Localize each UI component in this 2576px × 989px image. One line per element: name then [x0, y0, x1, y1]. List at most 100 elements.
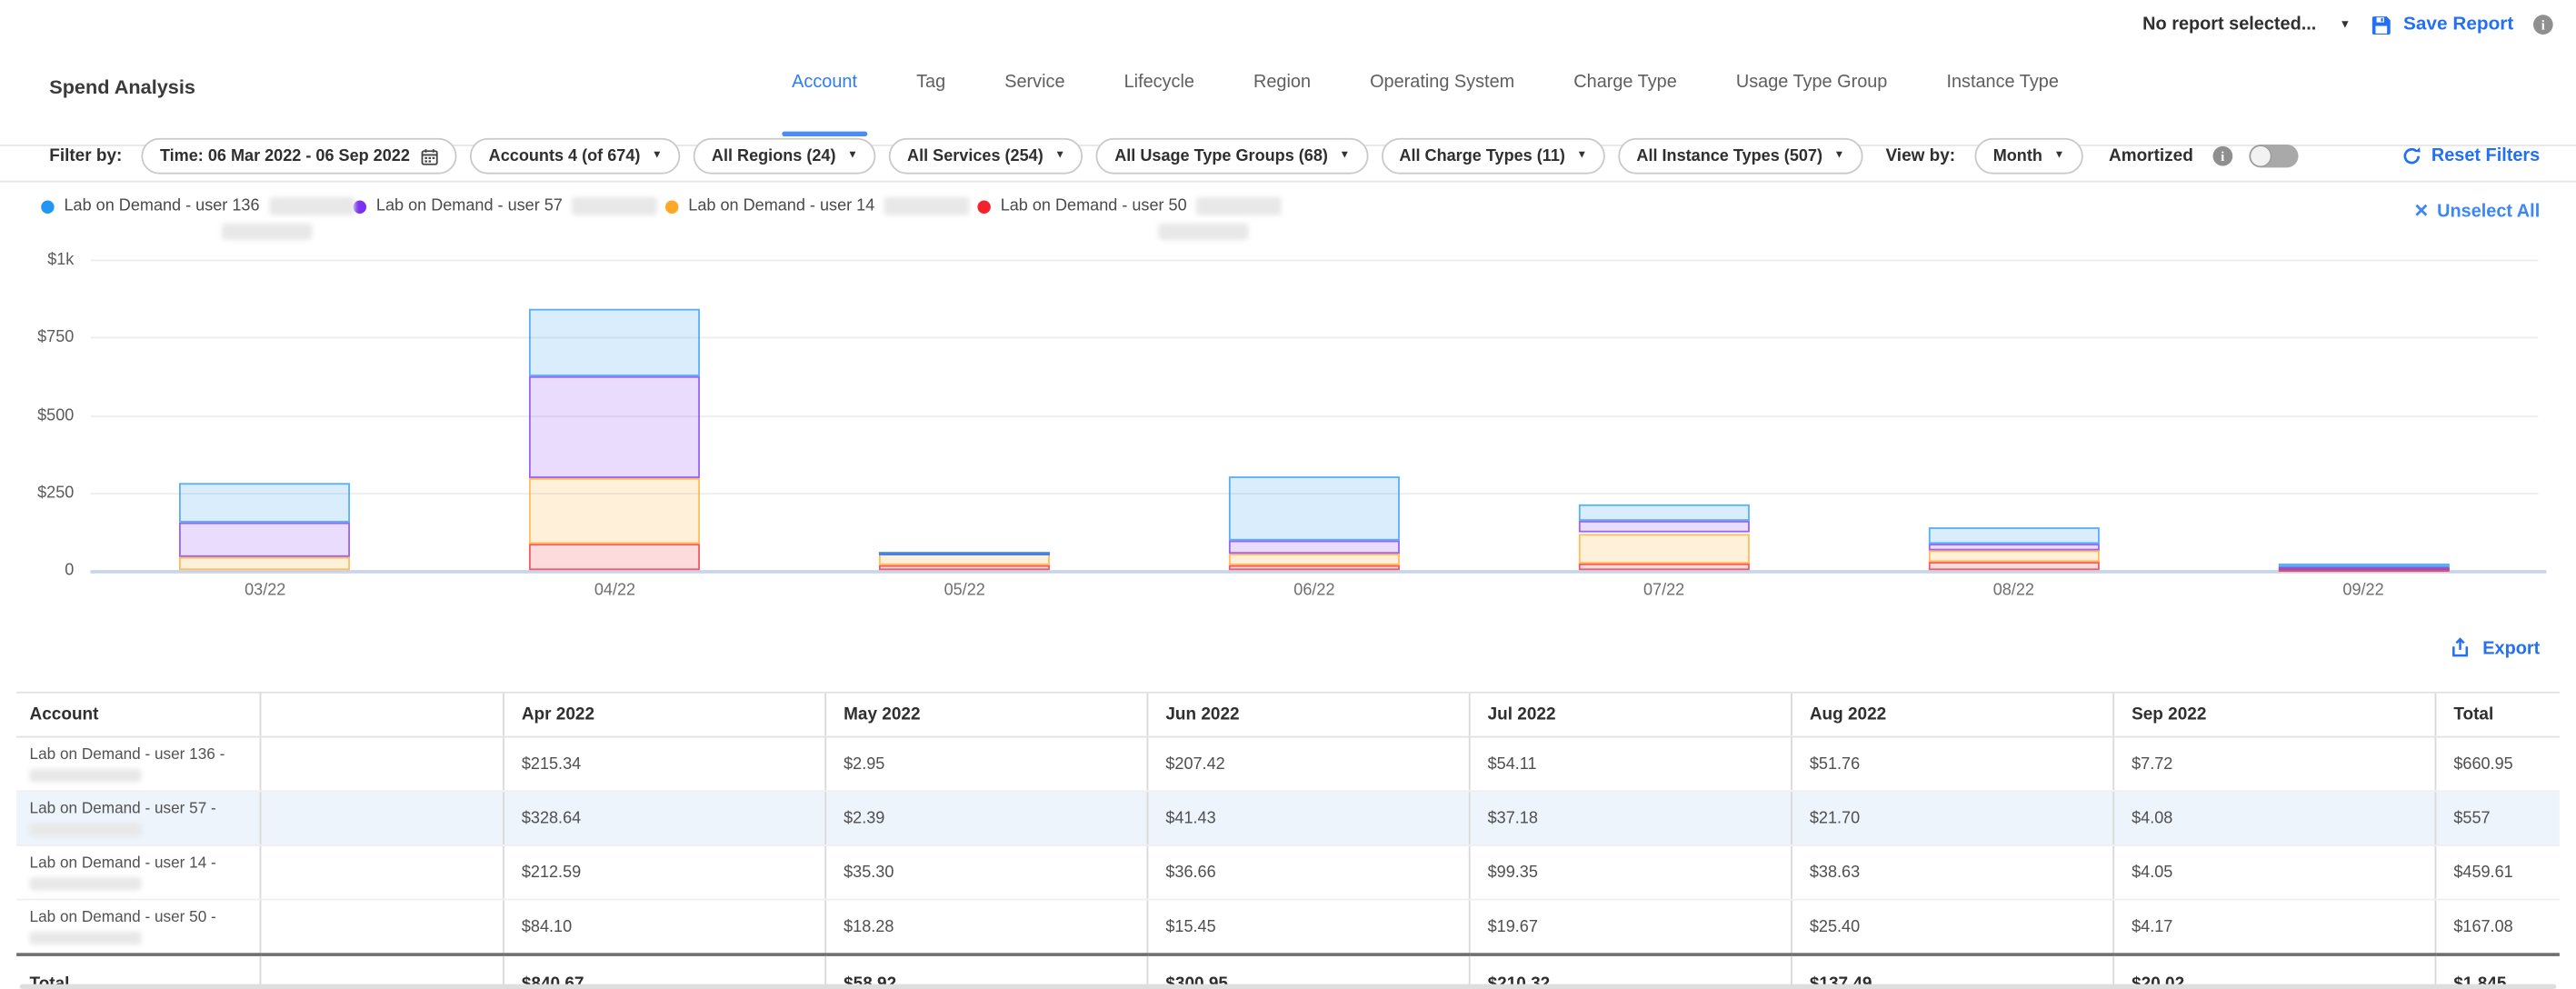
bar-segment[interactable] — [1579, 533, 1750, 564]
reset-icon — [2401, 146, 2421, 166]
filter-dropdown-charge[interactable]: All Charge Types (11)▼ — [1382, 138, 1606, 175]
spend-table-container: AccountApr 2022May 2022Jun 2022Jul 2022A… — [16, 692, 2560, 989]
bar-segment[interactable] — [1229, 554, 1400, 565]
redacted-text — [884, 197, 970, 215]
bar-segment[interactable] — [1229, 476, 1400, 541]
filter-dropdown-instance[interactable]: All Instance Types (507)▼ — [1619, 138, 1863, 175]
reset-filters-button[interactable]: Reset Filters — [2401, 146, 2540, 166]
x-axis-label: 03/22 — [216, 582, 315, 600]
bar-segment[interactable] — [1229, 541, 1400, 554]
table-row: Lab on Demand - user 14 -$212.59$35.30$3… — [16, 845, 2560, 900]
tab-lifecycle[interactable]: Lifecycle — [1124, 73, 1194, 138]
value-cell: $51.76 — [1791, 737, 2112, 792]
amortized-label: Amortized — [2109, 146, 2193, 166]
bar-segment[interactable] — [1928, 544, 2099, 550]
y-axis-tick-label: 0 — [0, 562, 74, 580]
bar-segment[interactable] — [529, 478, 700, 544]
bar-segment[interactable] — [1229, 565, 1400, 570]
x-axis-label: 08/22 — [1964, 582, 2062, 600]
view-by-dropdown[interactable]: Month ▼ — [1975, 138, 2082, 175]
tab-usage-type-group[interactable]: Usage Type Group — [1736, 73, 1888, 138]
export-button[interactable]: Export — [2450, 637, 2540, 658]
x-axis-label: 05/22 — [915, 582, 1013, 600]
filter-dropdown-regions[interactable]: All Regions (24)▼ — [694, 138, 876, 175]
bar-segment[interactable] — [180, 484, 351, 523]
info-icon[interactable]: i — [2212, 146, 2232, 166]
x-axis-label: 06/22 — [1265, 582, 1363, 600]
value-cell: $21.70 — [1791, 791, 2112, 845]
filter-dropdown-usage[interactable]: All Usage Type Groups (68)▼ — [1096, 138, 1368, 175]
bar-segment[interactable] — [879, 552, 1050, 555]
table-row: Lab on Demand - user 50 -$84.10$18.28$15… — [16, 900, 2560, 955]
column-header: Total — [2435, 693, 2560, 737]
bar-segment[interactable] — [879, 564, 1050, 570]
filter-bar: Filter by: Time: 06 Mar 2022 - 06 Sep 20… — [0, 132, 2576, 183]
bar-segment[interactable] — [1579, 504, 1750, 521]
bar-segment[interactable] — [1928, 562, 2099, 570]
tab-service[interactable]: Service — [1004, 73, 1064, 138]
filter-dropdown-label: All Instance Types (507) — [1636, 147, 1822, 165]
legend-item[interactable]: Lab on Demand - user 50 — [977, 197, 1289, 240]
redacted-text — [269, 197, 354, 215]
column-header: Jun 2022 — [1147, 693, 1469, 737]
value-cell: $7.72 — [2112, 737, 2434, 792]
bar-segment[interactable] — [180, 522, 351, 557]
reset-filters-label: Reset Filters — [2431, 146, 2540, 166]
table-header-row: AccountApr 2022May 2022Jun 2022Jul 2022A… — [16, 693, 2560, 737]
filter-dropdown-services[interactable]: All Services (254)▼ — [889, 138, 1083, 175]
value-cell: $99.35 — [1469, 845, 1791, 900]
amortized-toggle[interactable] — [2249, 145, 2298, 167]
value-cell: $35.30 — [824, 845, 1146, 900]
column-header: Aug 2022 — [1791, 693, 2112, 737]
tab-tag[interactable]: Tag — [916, 73, 945, 138]
tab-region[interactable]: Region — [1253, 73, 1311, 138]
time-range-filter[interactable]: Time: 06 Mar 2022 - 06 Sep 2022 — [142, 138, 457, 175]
account-cell: Lab on Demand - user 57 - — [16, 791, 259, 845]
unselect-all-button[interactable]: ✕ Unselect All — [2413, 201, 2540, 222]
tab-instance-type[interactable]: Instance Type — [1946, 73, 2058, 138]
tab-charge-type[interactable]: Charge Type — [1573, 73, 1676, 138]
value-cell: $4.17 — [2112, 900, 2434, 955]
tab-account[interactable]: Account — [792, 73, 857, 138]
column-header-account: Account — [16, 693, 259, 737]
filter-dropdown-label: All Charge Types (11) — [1399, 147, 1564, 165]
legend-item[interactable]: Lab on Demand - user 57 — [354, 197, 665, 240]
value-cell: $54.11 — [1469, 737, 1791, 792]
x-axis-line — [90, 570, 2546, 573]
value-cell: $19.67 — [1469, 900, 1791, 955]
legend-item-row: Lab on Demand - user 50 — [977, 197, 1289, 215]
unselect-all-label: Unselect All — [2437, 201, 2540, 221]
bar-segment[interactable] — [180, 557, 351, 570]
bar-segment[interactable] — [2278, 564, 2449, 567]
bar-segment[interactable] — [1928, 527, 2099, 544]
bar-segment[interactable] — [1579, 564, 1750, 570]
legend-color-dot — [665, 200, 678, 213]
account-cell: Lab on Demand - user 14 - — [16, 845, 259, 900]
spend-analysis-page: No report selected... ▼ Save Report i Sp… — [0, 0, 2576, 989]
redacted-text — [30, 824, 142, 836]
filter-dropdown-label: All Usage Type Groups (68) — [1114, 147, 1328, 165]
export-label: Export — [2482, 638, 2540, 658]
redacted-text — [30, 877, 142, 890]
tab-operating-system[interactable]: Operating System — [1370, 73, 1514, 138]
table-row: Lab on Demand - user 57 -$328.64$2.39$41… — [16, 791, 2560, 845]
bar-segment[interactable] — [529, 376, 700, 478]
horizontal-scrollbar[interactable] — [20, 984, 2557, 989]
toggle-knob — [2251, 146, 2271, 166]
y-axis-tick-label: $1k — [0, 252, 74, 270]
spacer-cell — [260, 791, 503, 845]
chevron-down-icon: ▼ — [2054, 151, 2065, 162]
legend-item[interactable]: Lab on Demand - user 14 — [665, 197, 977, 240]
chevron-down-icon: ▼ — [652, 151, 663, 162]
filter-dropdown-4[interactable]: Accounts 4 (of 674)▼ — [471, 138, 681, 175]
value-cell: $38.63 — [1791, 845, 2112, 900]
value-cell: $459.61 — [2435, 845, 2560, 900]
legend-item[interactable]: Lab on Demand - user 136 — [41, 197, 353, 240]
value-cell: $4.05 — [2112, 845, 2434, 900]
bar-segment[interactable] — [1579, 522, 1750, 534]
bar-segment[interactable] — [529, 544, 700, 570]
bar-segment[interactable] — [529, 309, 700, 376]
redacted-text — [30, 932, 142, 944]
account-name: Lab on Demand - user 14 - — [30, 854, 253, 873]
bar-segment[interactable] — [1928, 550, 2099, 562]
